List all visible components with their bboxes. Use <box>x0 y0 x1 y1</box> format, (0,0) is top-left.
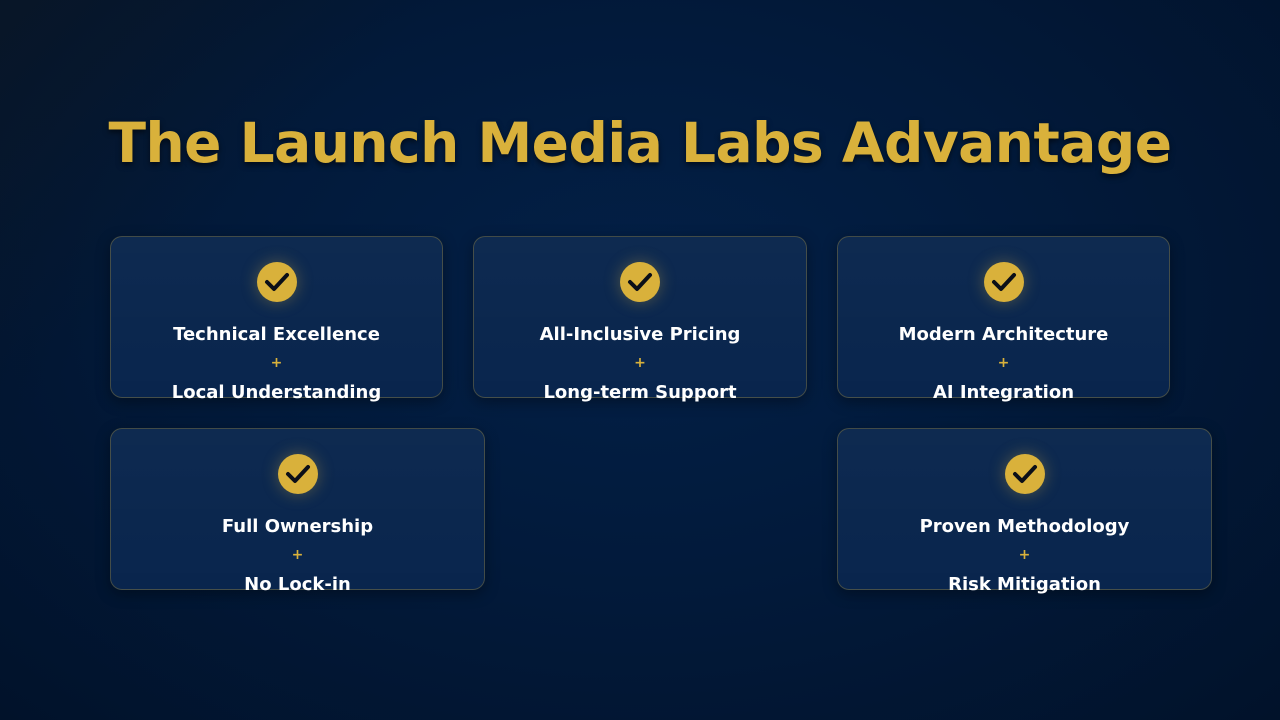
card-subheading: Local Understanding <box>171 382 382 403</box>
check-circle-icon <box>620 262 660 302</box>
advantage-card-technical-excellence: Technical Excellence + Local Understandi… <box>110 236 443 403</box>
card-subheading: No Lock-in <box>244 574 351 595</box>
card-heading: Technical Excellence <box>173 324 380 345</box>
plus-separator: + <box>291 547 304 563</box>
advantage-card-modern-architecture: Modern Architecture + AI Integration <box>837 236 1170 403</box>
slide-title: The Launch Media Labs Advantage <box>108 111 1172 175</box>
card-subheading: Long-term Support <box>543 382 737 403</box>
check-circle-icon <box>983 262 1024 302</box>
card-heading: All-Inclusive Pricing <box>539 324 741 345</box>
check-circle-icon <box>277 454 318 494</box>
advantage-card-full-ownership: Full Ownership + No Lock-in <box>110 428 485 595</box>
check-circle-icon <box>1004 454 1045 494</box>
plus-separator: + <box>1018 547 1031 563</box>
card-subheading: Risk Mitigation <box>948 574 1101 595</box>
advantage-card-all-inclusive-pricing: All-Inclusive Pricing + Long-term Suppor… <box>473 236 807 403</box>
card-subheading: AI Integration <box>932 382 1075 403</box>
check-circle-icon <box>256 262 297 302</box>
card-heading: Proven Methodology <box>919 516 1130 537</box>
plus-separator: + <box>997 355 1010 371</box>
plus-separator: + <box>270 355 283 371</box>
card-heading: Modern Architecture <box>898 324 1109 345</box>
advantage-card-proven-methodology: Proven Methodology + Risk Mitigation <box>837 428 1212 595</box>
plus-separator: + <box>634 355 646 371</box>
card-heading: Full Ownership <box>221 516 374 537</box>
